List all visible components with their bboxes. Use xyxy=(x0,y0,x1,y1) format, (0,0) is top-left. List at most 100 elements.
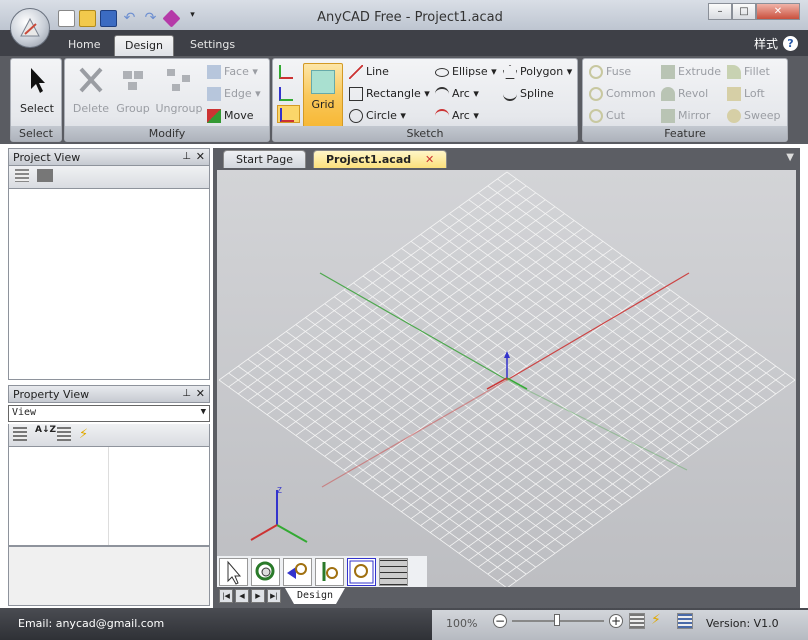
pin-icon[interactable]: ⊥ xyxy=(182,151,191,162)
close-button[interactable]: ✕ xyxy=(756,3,800,20)
circle-button[interactable]: Circle ▾ xyxy=(349,107,406,125)
last-page-icon[interactable]: ▶| xyxy=(267,589,281,603)
arc-button-1[interactable]: Arc ▾ xyxy=(435,85,479,103)
ellipse-icon xyxy=(435,67,449,77)
face-button[interactable]: Face ▾ xyxy=(207,63,258,81)
fuse-button[interactable]: Fuse xyxy=(589,63,631,81)
spline-button[interactable]: Spline xyxy=(503,85,554,103)
spline-icon xyxy=(503,87,517,101)
select-button[interactable]: Select xyxy=(17,65,57,115)
redo-icon[interactable]: ↷ xyxy=(142,10,159,27)
group-button[interactable]: Group xyxy=(113,65,153,115)
sweep-button[interactable]: Sweep xyxy=(727,107,781,125)
project-view-title: Project View xyxy=(13,151,81,164)
view-select-icon[interactable] xyxy=(219,558,248,586)
zoom-percent: 100% xyxy=(446,617,478,630)
project-tree[interactable] xyxy=(8,188,210,380)
zoom-in-icon[interactable]: + xyxy=(609,614,623,628)
loft-button[interactable]: Loft xyxy=(727,85,765,103)
fillet-icon xyxy=(727,65,741,79)
rectangle-button[interactable]: Rectangle ▾ xyxy=(349,85,430,103)
grid-plane: Z xyxy=(218,171,796,587)
cut-icon xyxy=(589,109,603,123)
delete-button[interactable]: Delete xyxy=(71,65,111,115)
prev-page-icon[interactable]: ◀ xyxy=(235,589,249,603)
group-label-modify: Modify xyxy=(65,126,269,141)
categorized-icon[interactable] xyxy=(13,427,27,441)
window-title: AnyCAD Free - Project1.acad xyxy=(317,10,503,25)
application-button[interactable] xyxy=(10,8,50,48)
circle-icon xyxy=(349,109,363,123)
3d-viewport[interactable]: Z xyxy=(217,170,796,587)
minimize-button[interactable]: – xyxy=(708,3,732,20)
zoom-window-icon[interactable] xyxy=(347,558,376,586)
revol-button[interactable]: Revol xyxy=(661,85,708,103)
folder-icon[interactable] xyxy=(37,169,53,182)
arc-three-point-icon xyxy=(435,109,449,123)
tab-start-page[interactable]: Start Page xyxy=(223,150,306,168)
group-feature: Fuse Common Cut Extrude Revol Mirror Fil… xyxy=(582,58,788,142)
move-button[interactable]: Move xyxy=(207,107,254,125)
delete-icon xyxy=(79,67,103,93)
polygon-button[interactable]: Polygon ▾ xyxy=(503,63,572,81)
grid-toggle-icon[interactable] xyxy=(379,558,408,586)
page-icon[interactable] xyxy=(677,613,693,629)
help-icon[interactable]: ? xyxy=(783,36,798,51)
extrude-button[interactable]: Extrude xyxy=(661,63,721,81)
customize-qat-icon[interactable]: ▾ xyxy=(184,10,201,27)
cube-icon[interactable] xyxy=(162,8,181,28)
line-icon xyxy=(349,65,363,79)
plane-xy-button[interactable] xyxy=(279,63,296,81)
zoom-out-icon[interactable]: − xyxy=(493,614,507,628)
face-icon xyxy=(207,65,221,79)
new-file-icon[interactable] xyxy=(58,9,75,27)
ellipse-button[interactable]: Ellipse ▾ xyxy=(435,63,497,81)
layout-icon[interactable] xyxy=(629,613,645,629)
sheet-tab-design[interactable]: Design xyxy=(285,588,345,604)
undo-icon[interactable]: ↶ xyxy=(121,10,138,27)
pin-icon[interactable]: ⊥ xyxy=(182,388,191,399)
property-pages-icon[interactable] xyxy=(57,427,71,441)
tab-project1[interactable]: Project1.acad ✕ xyxy=(313,150,448,168)
close-tab-icon[interactable]: ✕ xyxy=(425,153,434,166)
mirror-button[interactable]: Mirror xyxy=(661,107,710,125)
property-object-select[interactable]: View ▼ xyxy=(8,405,210,422)
arc-button-2[interactable]: Arc ▾ xyxy=(435,107,479,125)
save-icon[interactable] xyxy=(100,9,117,27)
cut-button[interactable]: Cut xyxy=(589,107,625,125)
anycad-logo-icon xyxy=(20,17,40,37)
list-view-icon[interactable] xyxy=(15,169,29,182)
zoom-view-icon[interactable] xyxy=(315,558,344,586)
tab-list-chevron-icon[interactable]: ▼ xyxy=(786,152,794,163)
extrude-icon xyxy=(661,65,675,79)
first-page-icon[interactable]: |◀ xyxy=(219,589,233,603)
sort-alpha-icon[interactable]: A↓Z xyxy=(35,426,56,441)
ribbon-tab-bar: Home Design Settings 样式 ? xyxy=(0,30,808,56)
tab-home[interactable]: Home xyxy=(58,35,110,56)
line-button[interactable]: Line xyxy=(349,63,389,81)
tab-design[interactable]: Design xyxy=(114,35,174,56)
open-folder-icon[interactable] xyxy=(79,9,96,27)
edge-button[interactable]: Edge ▾ xyxy=(207,85,261,103)
property-grid[interactable] xyxy=(8,446,210,546)
close-panel-icon[interactable]: ✕ xyxy=(196,150,205,163)
plane-yz-button[interactable] xyxy=(279,85,296,103)
maximize-button[interactable]: □ xyxy=(732,3,756,20)
zoom-slider-thumb[interactable] xyxy=(554,614,560,626)
tab-settings[interactable]: Settings xyxy=(180,35,245,56)
pan-view-icon[interactable] xyxy=(283,558,312,586)
events-icon[interactable]: ⚡ xyxy=(79,427,93,442)
lightning-icon[interactable]: ⚡ xyxy=(651,612,661,628)
grid-button[interactable]: Grid xyxy=(303,63,343,129)
fillet-button[interactable]: Fillet xyxy=(727,63,770,81)
rotate-view-icon[interactable] xyxy=(251,558,280,586)
mirror-icon xyxy=(661,109,675,123)
move-icon xyxy=(207,109,221,123)
plane-zx-button[interactable] xyxy=(277,105,300,123)
axes-zx-icon xyxy=(280,108,294,122)
close-panel-icon[interactable]: ✕ xyxy=(196,387,205,400)
ungroup-button[interactable]: Ungroup xyxy=(155,65,203,115)
common-button[interactable]: Common xyxy=(589,85,656,103)
style-menu[interactable]: 样式 xyxy=(754,35,778,52)
next-page-icon[interactable]: ▶ xyxy=(251,589,265,603)
